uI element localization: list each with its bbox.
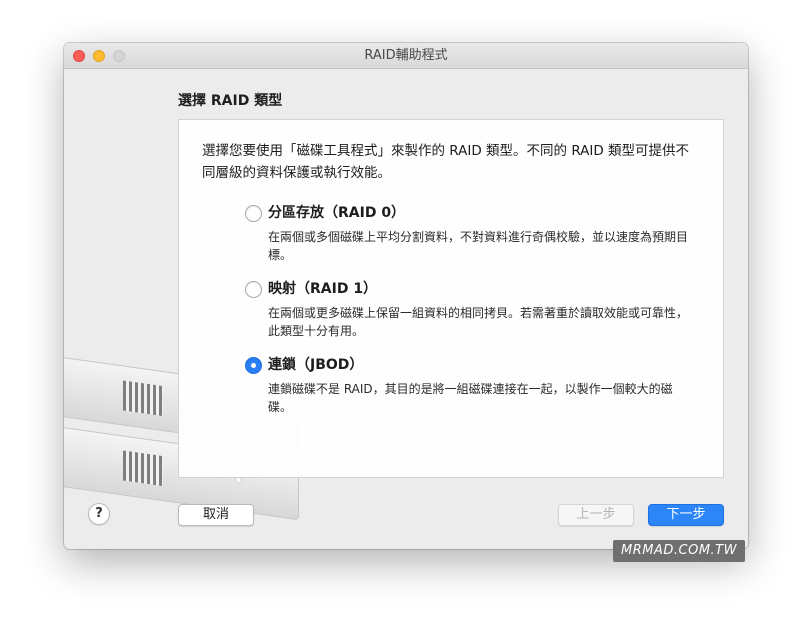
title-bar[interactable]: RAID輔助程式 (64, 43, 748, 69)
cancel-button[interactable]: 取消 (178, 504, 254, 526)
radio-button-selected[interactable] (245, 357, 262, 374)
disk-vent (123, 380, 163, 417)
raid-type-panel: 選擇您要使用「磁碟工具程式」來製作的 RAID 類型。不同的 RAID 類型可提… (178, 119, 724, 478)
option-description: 連鎖磁碟不是 RAID，其目的是將一組磁碟連接在一起，以製作一個較大的磁碟。 (268, 382, 673, 414)
disk-vent (123, 450, 163, 487)
section-title: 選擇 RAID 類型 (178, 93, 283, 109)
option-label: 分區存放（RAID 0） (268, 205, 406, 221)
option-description: 在兩個或多個磁碟上平均分割資料，不對資料進行奇偶校驗，並以速度為預期目標。 (268, 230, 689, 262)
option-description: 在兩個或更多磁碟上保留一組資料的相同拷貝。若需著重於讀取效能或可靠性，此類型十分… (268, 306, 689, 338)
intro-text: 選擇您要使用「磁碟工具程式」來製作的 RAID 類型。不同的 RAID 類型可提… (202, 143, 690, 181)
option-label: 映射（RAID 1） (268, 281, 378, 297)
previous-button[interactable]: 上一步 (558, 504, 634, 526)
watermark: MRMAD.COM.TW (613, 540, 745, 562)
option-label: 連鎖（JBOD） (268, 357, 364, 373)
window-title: RAID輔助程式 (364, 48, 448, 63)
radio-button[interactable] (245, 281, 262, 298)
raid-assistant-window: RAID輔助程式 選擇 RAID 類型 選擇您要使用「磁碟工具程式」來製作的 R… (64, 43, 748, 549)
help-button[interactable]: ? (88, 503, 110, 525)
radio-button[interactable] (245, 205, 262, 222)
next-button[interactable]: 下一步 (648, 504, 724, 526)
